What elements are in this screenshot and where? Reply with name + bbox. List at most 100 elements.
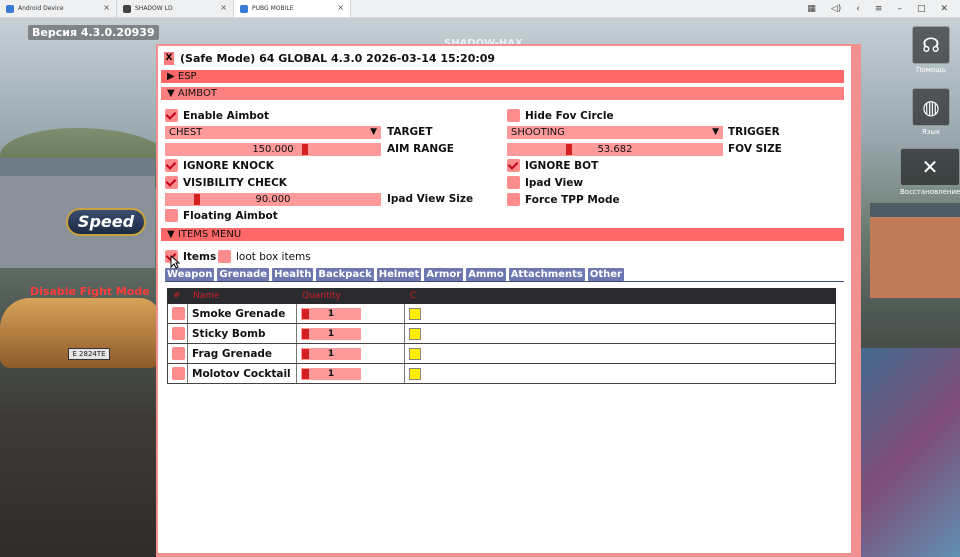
tab-ammo[interactable]: Ammo — [466, 268, 506, 281]
tab-android-device[interactable]: Android Device × — [0, 0, 117, 17]
checkbox[interactable] — [218, 250, 231, 263]
menu-icon[interactable]: ≡ — [875, 4, 883, 14]
row-checkbox-cell — [168, 324, 188, 343]
color-cell — [405, 304, 835, 323]
quantity-slider[interactable]: 1 — [301, 307, 361, 320]
esp-section-header[interactable]: ▶ ESP — [161, 70, 844, 83]
slider-knob[interactable] — [302, 328, 309, 339]
slider-knob[interactable] — [302, 368, 309, 379]
checkbox-label: Force TPP Mode — [525, 193, 620, 206]
row-checkbox[interactable] — [172, 347, 185, 360]
back-icon[interactable]: ‹ — [856, 4, 860, 14]
row-checkbox[interactable] — [172, 367, 185, 380]
minimize-icon[interactable]: – — [897, 4, 902, 14]
checkbox-label: IGNORE KNOCK — [183, 159, 274, 172]
ignore-knock-checkbox[interactable]: IGNORE KNOCK — [165, 159, 274, 172]
tab-pubg-mobile[interactable]: PUBG MOBILE × — [234, 0, 351, 17]
window-close-icon[interactable]: ✕ — [940, 4, 948, 14]
mod-menu-window: X (Safe Mode) 64 GLOBAL 4.3.0 2026-03-14… — [156, 44, 861, 557]
quantity-slider[interactable]: 1 — [301, 367, 361, 380]
tab-backpack[interactable]: Backpack — [316, 268, 374, 281]
row-checkbox[interactable] — [172, 307, 185, 320]
close-icon[interactable]: × — [337, 3, 344, 12]
checkbox[interactable] — [507, 176, 520, 189]
tab-weapon[interactable]: Weapon — [165, 268, 215, 281]
color-swatch[interactable] — [409, 367, 421, 380]
dropdown-arrow-icon: ▼ — [712, 127, 719, 137]
checkbox[interactable] — [165, 176, 178, 189]
quantity-cell: 1 — [297, 364, 405, 383]
force-tpp-checkbox[interactable]: Force TPP Mode — [507, 193, 620, 206]
globe-icon: ◍ — [912, 88, 950, 126]
checkbox[interactable] — [165, 109, 178, 122]
tab-attachments[interactable]: Attachments — [508, 268, 585, 281]
slider-knob[interactable] — [194, 194, 200, 205]
language-button[interactable]: ◍ Язык — [912, 88, 950, 136]
checkbox[interactable] — [507, 109, 520, 122]
ipad-view-size-slider[interactable]: 90.000 — [165, 193, 381, 206]
loot-box-items-checkbox[interactable]: loot box items — [218, 250, 311, 263]
menu-close-button[interactable]: X — [164, 51, 174, 65]
enable-aimbot-checkbox[interactable]: Enable Aimbot — [165, 109, 269, 122]
repair-label: Восстановление — [900, 188, 960, 196]
checkbox[interactable] — [165, 159, 178, 172]
keyboard-icon[interactable]: ▦ — [807, 4, 816, 14]
checkbox[interactable] — [507, 193, 520, 206]
close-icon[interactable]: × — [103, 3, 110, 12]
tab-shadow-ld[interactable]: SHADOW LD × — [117, 0, 234, 17]
row-checkbox-cell — [168, 304, 188, 323]
column-header: # — [173, 291, 181, 301]
tab-helmet[interactable]: Helmet — [376, 268, 422, 281]
trigger-select[interactable]: SHOOTING ▼ — [507, 126, 723, 139]
color-cell — [405, 344, 835, 363]
aimbot-section-header[interactable]: ▼ AIMBOT — [161, 87, 844, 100]
aim-range-slider[interactable]: 150.000 — [165, 143, 381, 156]
floating-aimbot-checkbox[interactable]: Floating Aimbot — [165, 209, 278, 222]
ipad-view-checkbox[interactable]: Ipad View — [507, 176, 583, 189]
checkbox[interactable] — [507, 159, 520, 172]
slider-knob[interactable] — [302, 308, 309, 319]
color-swatch[interactable] — [409, 347, 421, 360]
select-value: SHOOTING — [511, 127, 565, 138]
quantity-slider[interactable]: 1 — [301, 327, 361, 340]
checkbox-label: IGNORE BOT — [525, 159, 599, 172]
section-label: ITEMS MENU — [177, 229, 242, 240]
tab-other[interactable]: Other — [587, 268, 624, 281]
tab-grenade[interactable]: Grenade — [217, 268, 270, 281]
slider-knob[interactable] — [302, 144, 308, 155]
hide-fov-circle-checkbox[interactable]: Hide Fov Circle — [507, 109, 614, 122]
column-header: C — [410, 291, 417, 301]
quantity-value: 1 — [327, 328, 335, 339]
ignore-bot-checkbox[interactable]: IGNORE BOT — [507, 159, 598, 172]
menu-title-bar: X (Safe Mode) 64 GLOBAL 4.3.0 2026-03-14… — [158, 46, 851, 70]
ipad-view-size-label: Ipad View Size — [387, 193, 474, 205]
tab-divider — [165, 281, 844, 282]
table-row: Sticky Bomb 1 — [167, 324, 836, 344]
maximize-icon[interactable]: □ — [917, 4, 926, 14]
volume-icon[interactable]: ◁) — [831, 4, 841, 14]
slider-knob[interactable] — [566, 144, 572, 155]
color-swatch[interactable] — [409, 307, 421, 320]
section-label: AIMBOT — [177, 88, 217, 99]
fov-size-slider[interactable]: 53.682 — [507, 143, 723, 156]
tab-health[interactable]: Health — [272, 268, 314, 281]
color-swatch[interactable] — [409, 327, 421, 340]
close-icon[interactable]: × — [220, 3, 227, 12]
table-row: Frag Grenade 1 — [167, 344, 836, 364]
slider-knob[interactable] — [302, 348, 309, 359]
shadow-ld-icon — [123, 4, 131, 13]
disable-fight-mode[interactable]: Disable Fight Mode — [30, 285, 150, 298]
tab-armor[interactable]: Armor — [424, 268, 464, 281]
table-row: Smoke Grenade 1 — [167, 304, 836, 324]
help-button[interactable]: ☊ Помощь — [912, 26, 950, 74]
quantity-cell: 1 — [297, 324, 405, 343]
checkbox[interactable] — [165, 209, 178, 222]
speed-logo: Speed — [66, 208, 146, 236]
row-checkbox[interactable] — [172, 327, 185, 340]
window-controls: ▦ ◁) ‹ ≡ – □ ✕ — [807, 0, 960, 17]
quantity-slider[interactable]: 1 — [301, 347, 361, 360]
items-menu-section-header[interactable]: ▼ ITEMS MENU — [161, 228, 844, 241]
repair-button[interactable]: ✕ Восстановление — [900, 148, 960, 196]
visibility-check-checkbox[interactable]: VISIBILITY CHECK — [165, 176, 287, 189]
target-select[interactable]: CHEST ▼ — [165, 126, 381, 139]
